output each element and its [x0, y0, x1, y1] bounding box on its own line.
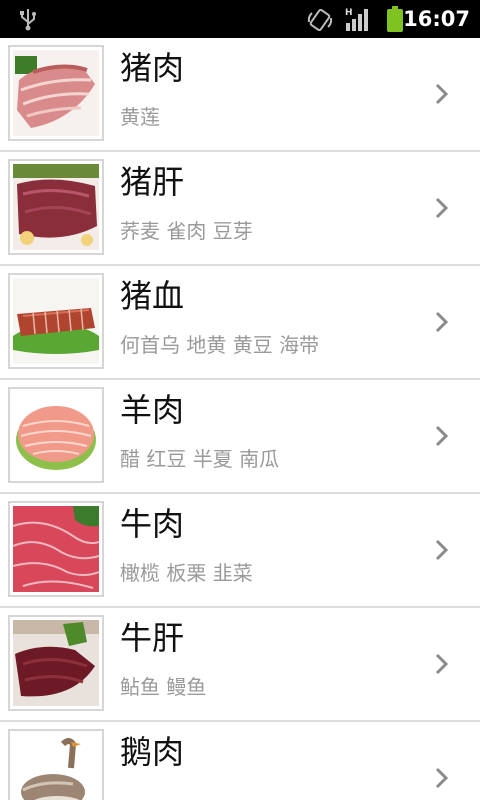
item-title: 牛肉 [120, 505, 185, 543]
item-title: 羊肉 [120, 391, 185, 429]
status-bar: H 16:07 [0, 0, 480, 38]
food-thumbnail [8, 501, 104, 597]
network-type-label: H [345, 8, 353, 18]
pork-liver-image [13, 164, 99, 250]
item-title: 猪肝 [120, 163, 185, 201]
pork-blood-image [13, 278, 99, 364]
list-item[interactable]: 羊肉 醋 红豆 半夏 南瓜 [0, 380, 480, 494]
chevron-right-icon [435, 539, 449, 561]
food-thumbnail [8, 387, 104, 483]
list-item[interactable]: 猪肉 黄莲 [0, 38, 480, 152]
list-item[interactable]: 猪血 何首乌 地黄 黄豆 海带 [0, 266, 480, 380]
battery-icon [387, 6, 403, 32]
item-pairings: 橄榄 板栗 韭菜 [120, 561, 253, 585]
beef-image [13, 506, 99, 592]
food-thumbnail [8, 729, 104, 800]
item-pairings: 荞麦 雀肉 豆芽 [120, 219, 253, 243]
chevron-right-icon [435, 767, 449, 789]
list-item[interactable]: 牛肉 橄榄 板栗 韭菜 [0, 494, 480, 608]
chevron-right-icon [435, 425, 449, 447]
item-pairings: 鲇鱼 鳗鱼 [120, 675, 207, 699]
item-pairings: 黄莲 [120, 105, 160, 129]
chevron-right-icon [435, 197, 449, 219]
list-item[interactable]: 牛肝 鲇鱼 鳗鱼 [0, 608, 480, 722]
food-thumbnail [8, 159, 104, 255]
food-thumbnail [8, 273, 104, 369]
goose-image [13, 734, 99, 800]
food-list[interactable]: 猪肉 黄莲 猪肝 荞麦 雀肉 豆芽 猪血 何首乌 地黄 黄豆 海带 羊肉 醋 红… [0, 38, 480, 800]
signal-icon: H [345, 8, 368, 31]
list-item[interactable]: 猪肝 荞麦 雀肉 豆芽 [0, 152, 480, 266]
item-title: 牛肝 [120, 619, 185, 657]
item-pairings: 醋 红豆 半夏 南瓜 [120, 447, 280, 471]
rotate-icon [307, 8, 333, 32]
status-time: 16:07 [403, 7, 470, 31]
chevron-right-icon [435, 83, 449, 105]
item-title: 鹅肉 [120, 733, 185, 771]
food-thumbnail [8, 45, 104, 141]
beef-liver-image [13, 620, 99, 706]
item-title: 猪血 [120, 277, 185, 315]
usb-icon [20, 9, 36, 31]
pork-image [13, 50, 99, 136]
chevron-right-icon [435, 653, 449, 675]
list-item[interactable]: 鹅肉 [0, 722, 480, 800]
lamb-image [13, 392, 99, 478]
item-title: 猪肉 [120, 49, 185, 87]
food-thumbnail [8, 615, 104, 711]
item-pairings: 何首乌 地黄 黄豆 海带 [120, 333, 320, 357]
chevron-right-icon [435, 311, 449, 333]
